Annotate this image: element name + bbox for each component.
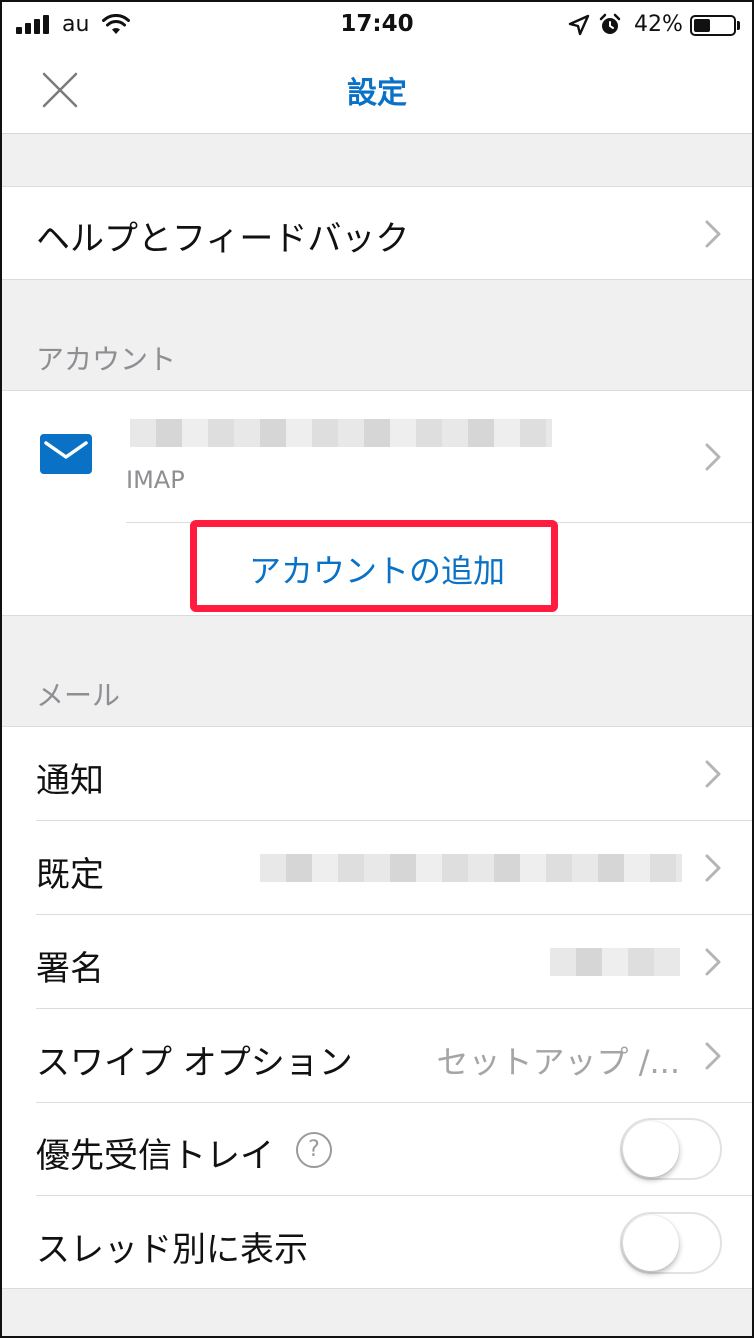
highlight-box	[190, 520, 558, 612]
threading-label: スレッド別に表示	[36, 1230, 308, 1270]
signature-label: 署名	[36, 949, 104, 989]
chevron-right-icon	[705, 948, 721, 976]
notifications-label: 通知	[36, 761, 104, 801]
toggle-knob	[623, 1121, 679, 1177]
status-bar: au 17:40 42%	[2, 2, 752, 50]
signature-value-redacted	[550, 948, 680, 976]
battery-icon	[690, 15, 736, 36]
focused-inbox-label: 優先受信トレイ	[36, 1136, 274, 1176]
divider	[36, 1102, 752, 1103]
mail-section-header: メール	[36, 679, 121, 712]
battery-tip	[737, 21, 740, 30]
chevron-right-icon	[705, 1042, 721, 1070]
account-email-redacted	[130, 419, 552, 447]
location-icon	[568, 14, 590, 36]
default-account-row[interactable]: 既定	[2, 821, 752, 914]
chevron-right-icon	[705, 220, 721, 248]
help-feedback-row[interactable]: ヘルプとフィードバック	[2, 186, 752, 280]
chevron-right-icon	[705, 854, 721, 882]
signature-row[interactable]: 署名	[2, 915, 752, 1008]
account-row[interactable]	[2, 391, 752, 523]
battery-level	[694, 19, 710, 32]
notifications-row[interactable]: 通知	[2, 727, 752, 820]
settings-screen: au 17:40 42% 設定 ヘルプとフィードバック アカウント IMAP ア…	[0, 0, 754, 1338]
account-type-label: IMAP	[126, 466, 185, 494]
default-account-label: 既定	[36, 855, 104, 895]
focused-inbox-toggle[interactable]	[620, 1118, 722, 1180]
page-title: 設定	[347, 76, 407, 111]
nav-bar: 設定	[2, 50, 752, 134]
mail-icon	[40, 434, 92, 474]
toggle-knob	[623, 1215, 679, 1271]
swipe-options-label: スワイプ オプション	[36, 1043, 353, 1083]
threading-toggle[interactable]	[620, 1212, 722, 1274]
accounts-section-header: アカウント	[36, 343, 177, 376]
help-question-icon[interactable]: ?	[296, 1132, 332, 1168]
swipe-options-value: セットアップ /...	[436, 1043, 680, 1081]
chevron-right-icon	[705, 443, 721, 471]
divider	[36, 1195, 752, 1196]
alarm-icon	[599, 13, 621, 34]
default-account-value-redacted	[260, 854, 682, 882]
battery-percent: 42%	[634, 12, 683, 37]
chevron-right-icon	[705, 760, 721, 788]
help-feedback-label: ヘルプとフィードバック	[36, 219, 410, 259]
swipe-options-row[interactable]: スワイプ オプション セットアップ /...	[2, 1009, 752, 1102]
